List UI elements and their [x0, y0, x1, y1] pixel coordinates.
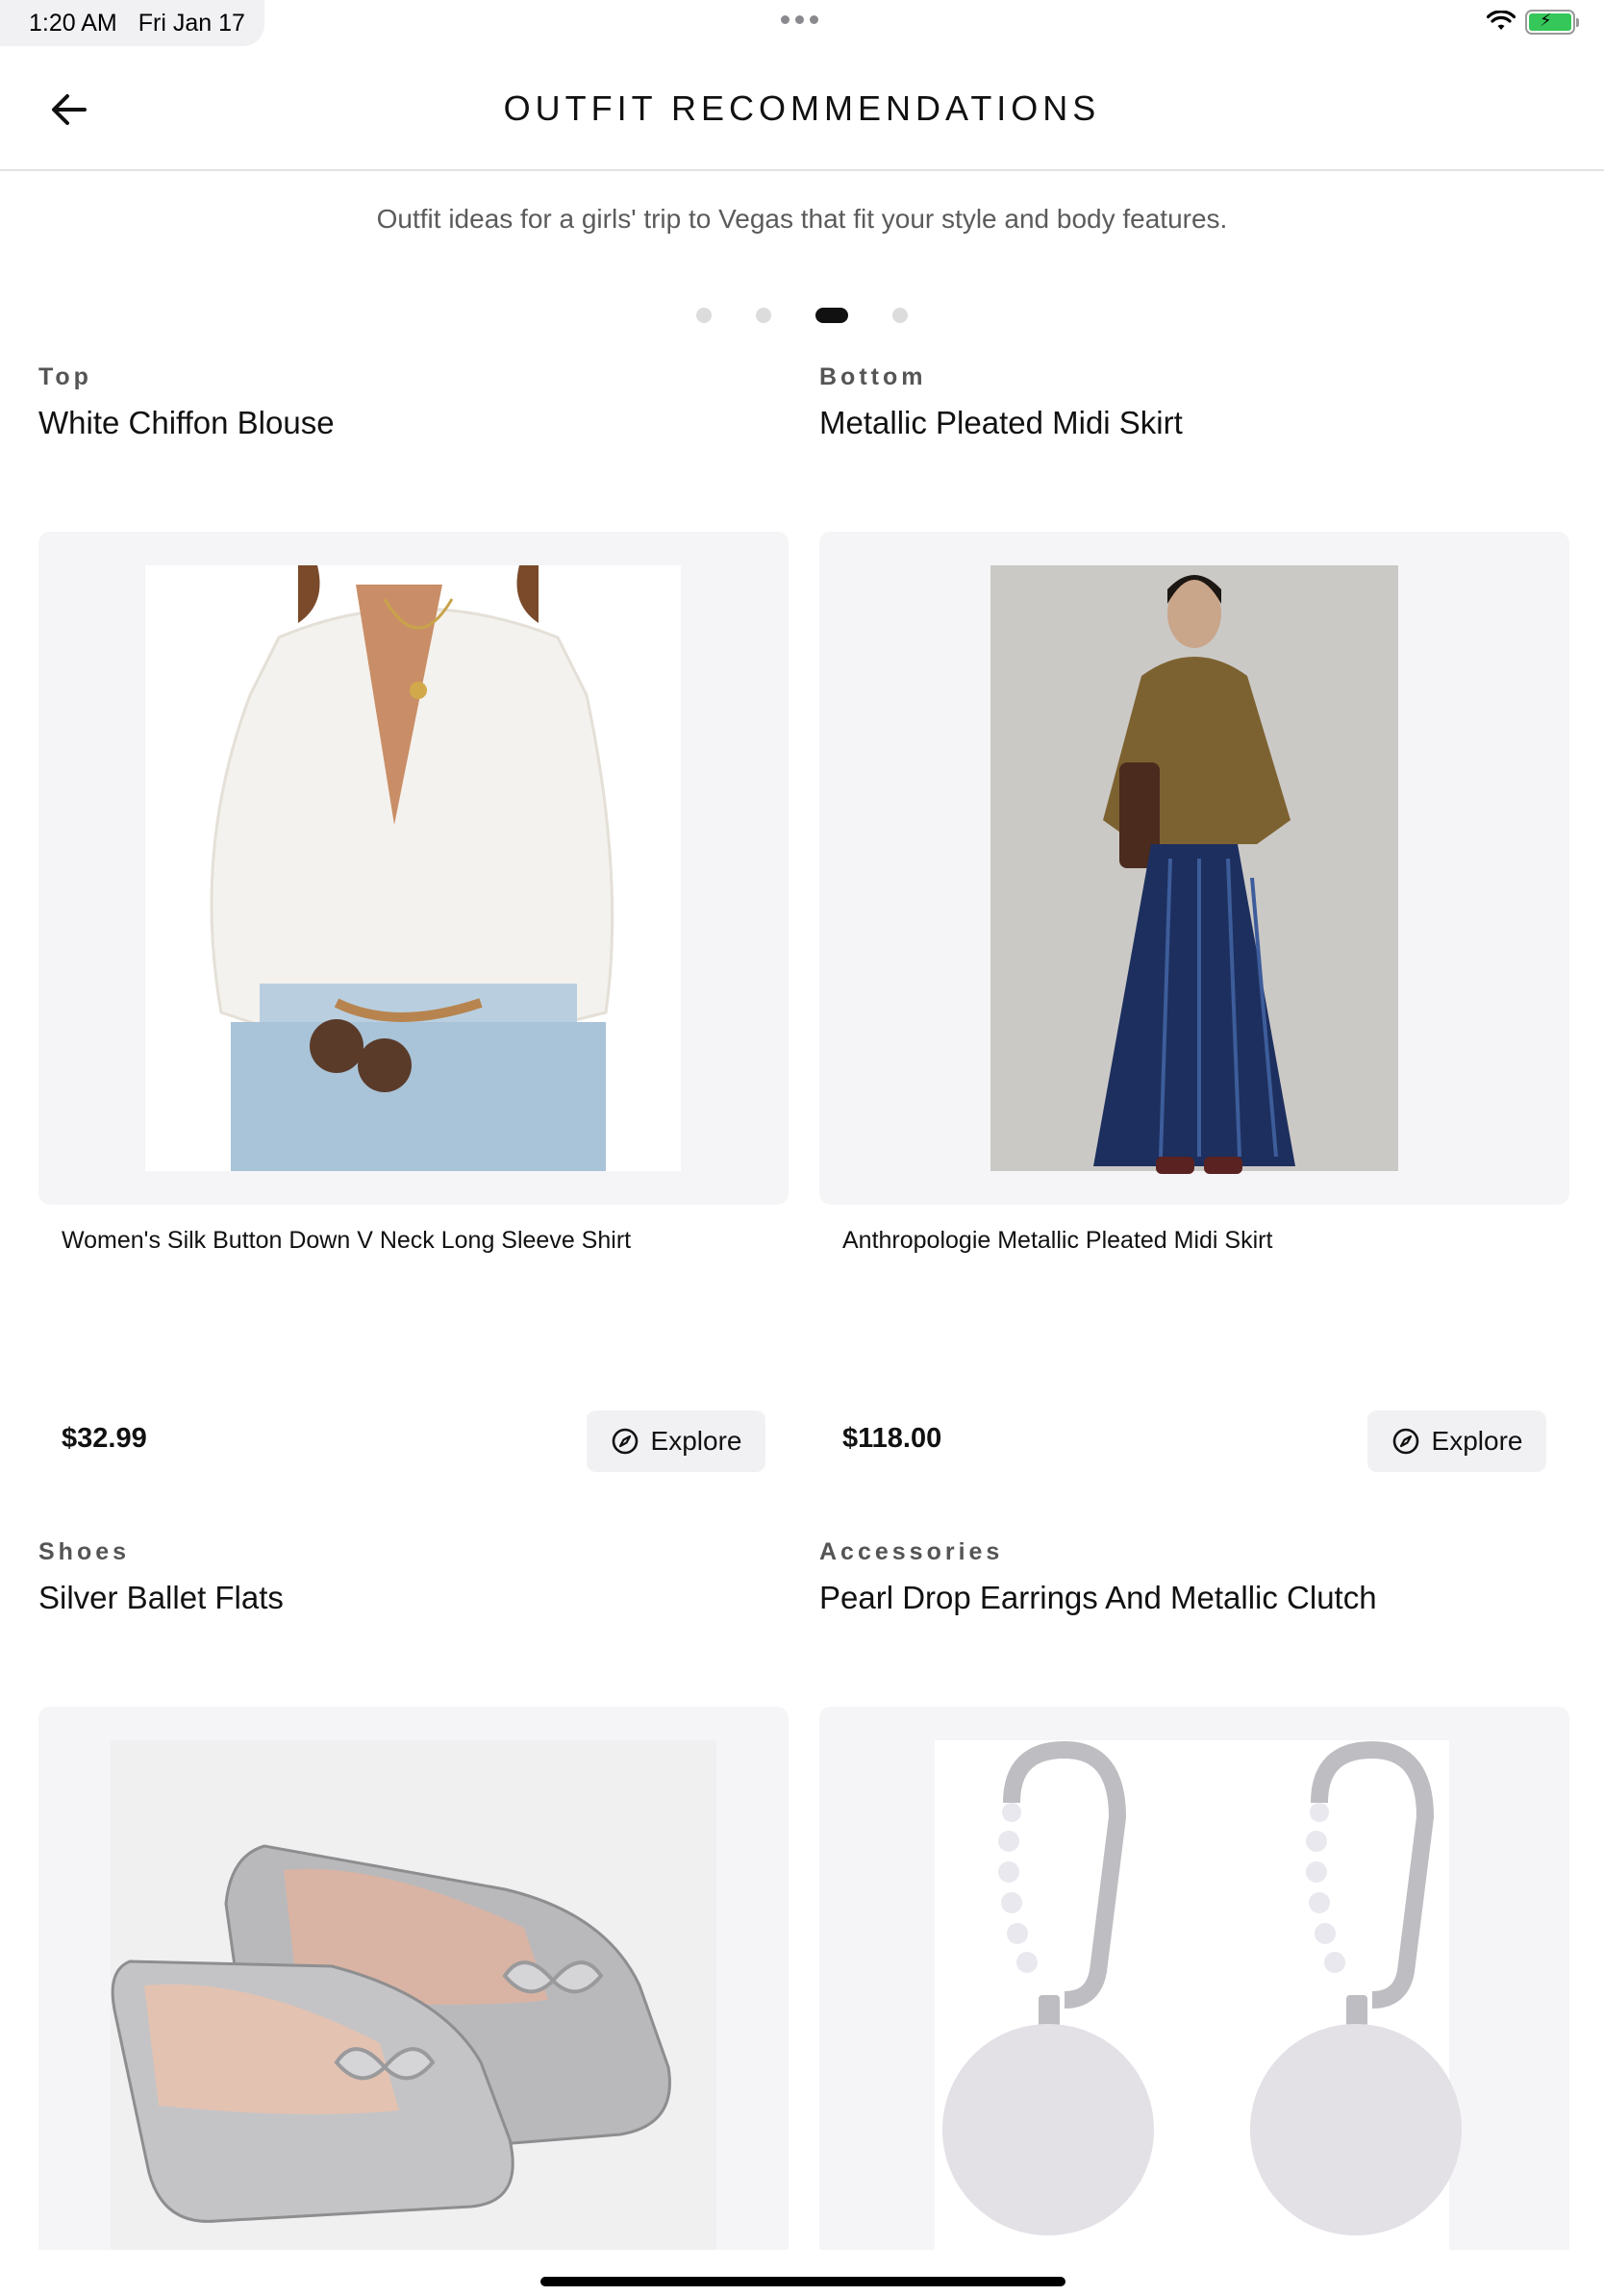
- product-price: $32.99: [62, 1423, 147, 1454]
- header: OUTFIT RECOMMENDATIONS: [0, 54, 1604, 171]
- page-dot-4[interactable]: [892, 308, 908, 323]
- explore-button[interactable]: Explore: [587, 1410, 765, 1472]
- category-label: Bottom: [819, 363, 927, 390]
- product-card-bottom: Bottom Metallic Pleated Midi Skirt Anthr…: [819, 363, 1569, 1479]
- page-indicator[interactable]: [0, 308, 1604, 323]
- page-subtitle: Outfit ideas for a girls' trip to Vegas …: [376, 204, 1228, 234]
- product-image-flats[interactable]: [38, 1707, 789, 2250]
- compass-icon: [612, 1428, 638, 1455]
- battery-charging-icon: ⚡: [1525, 10, 1579, 35]
- status-date: Fri Jan 17: [138, 9, 245, 37]
- product-image-blouse[interactable]: [38, 532, 789, 1205]
- status-time: 1:20 AM: [29, 9, 117, 37]
- page-title: OUTFIT RECOMMENDATIONS: [503, 88, 1101, 128]
- home-indicator[interactable]: [540, 2277, 1065, 2286]
- product-image-skirt[interactable]: [819, 532, 1569, 1205]
- item-name: Pearl Drop Earrings And Metallic Clutch: [819, 1580, 1377, 1615]
- page-dot-2[interactable]: [756, 308, 771, 323]
- time-date-pill: 1:20 AM Fri Jan 17: [0, 0, 264, 46]
- multitasking-dots-icon[interactable]: [781, 15, 818, 24]
- explore-label: Explore: [650, 1426, 742, 1456]
- product-card-accessories: Accessories Pearl Drop Earrings And Meta…: [819, 1538, 1569, 2250]
- page-dot-3-active[interactable]: [815, 308, 848, 323]
- explore-button[interactable]: Explore: [1367, 1410, 1546, 1472]
- item-name: White Chiffon Blouse: [38, 405, 335, 440]
- item-name: Silver Ballet Flats: [38, 1580, 284, 1615]
- product-card-shoes: Shoes Silver Ballet Flats: [38, 1538, 789, 2250]
- product-title[interactable]: Women's Silk Button Down V Neck Long Sle…: [62, 1227, 631, 1255]
- product-image-earrings[interactable]: [819, 1707, 1569, 2250]
- category-label: Accessories: [819, 1538, 1004, 1565]
- system-icons: ⚡: [1487, 10, 1579, 35]
- page-dot-1[interactable]: [696, 308, 712, 323]
- category-label: Shoes: [38, 1538, 131, 1565]
- product-card-top: Top White Chiffon Blouse Women's Silk Bu…: [38, 363, 789, 1479]
- wifi-icon: [1487, 11, 1516, 30]
- product-title[interactable]: Anthropologie Metallic Pleated Midi Skir…: [842, 1227, 1272, 1255]
- item-name: Metallic Pleated Midi Skirt: [819, 405, 1183, 440]
- compass-icon: [1392, 1428, 1418, 1455]
- explore-label: Explore: [1431, 1426, 1523, 1456]
- category-label: Top: [38, 363, 92, 390]
- status-bar: K 1:20 AM Fri Jan 17 ⚡: [0, 0, 1604, 46]
- product-price: $118.00: [842, 1423, 942, 1454]
